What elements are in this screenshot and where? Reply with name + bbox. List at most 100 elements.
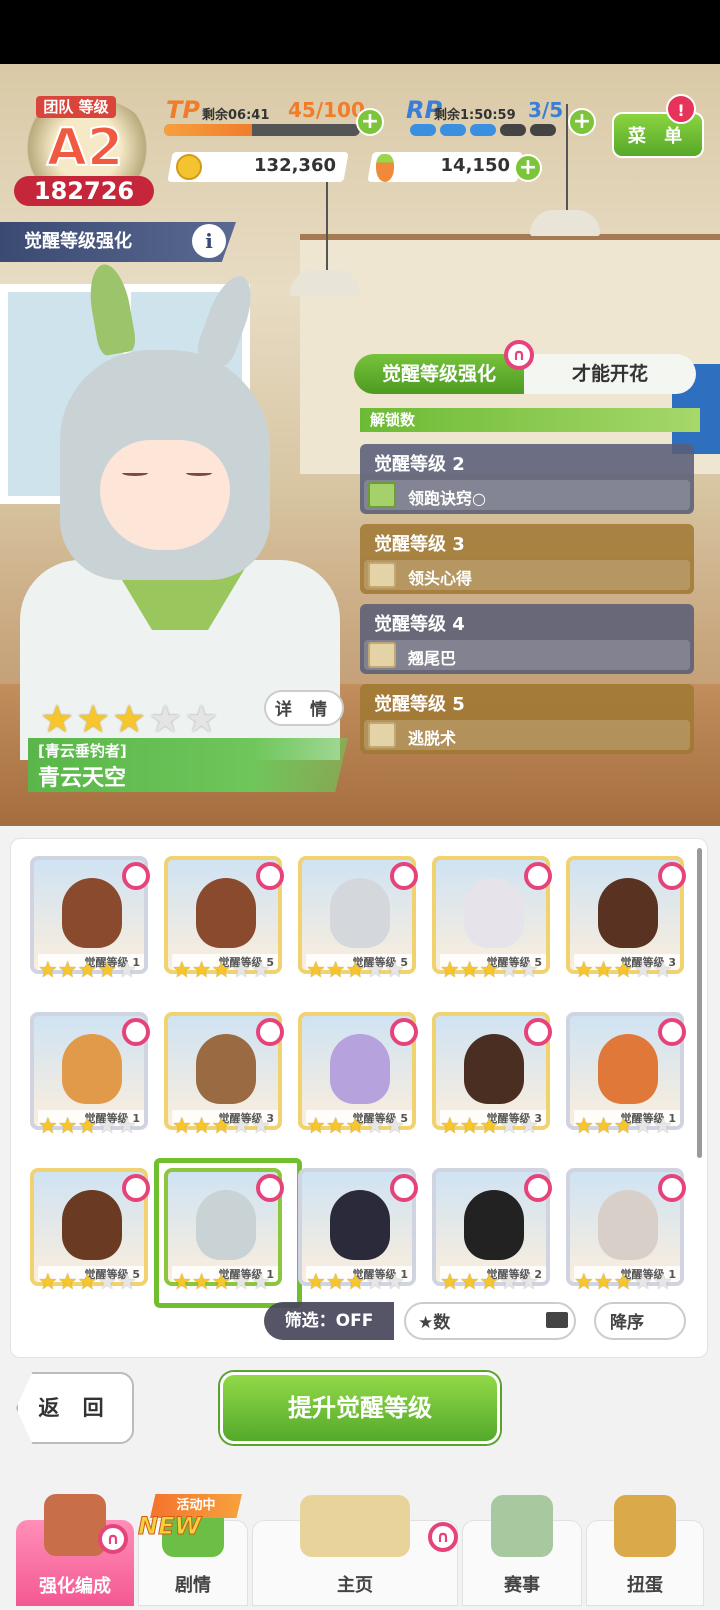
roster-card[interactable]: 觉醒等级 5 ★ ★ ★ ★ ★ [30,1168,150,1294]
star-icon: ★ [479,1270,500,1295]
roster-card[interactable]: 觉醒等级 5 ★ ★ ★ ★ ★ [298,1012,418,1138]
star-icon: ★ [633,1270,653,1295]
character-portrait [598,878,658,948]
skill-row: 翘尾巴 [364,640,690,670]
tp-add-button[interactable]: + [356,108,384,136]
star-icon: ★ [325,1270,346,1295]
tp-fill [164,124,253,136]
back-button[interactable]: 返 回 [16,1372,134,1444]
carrot-add-button[interactable]: + [514,154,542,182]
roster-card[interactable]: 觉醒等级 5 ★ ★ ★ ★ ★ [164,856,284,982]
character-name: 青云天空 [38,766,127,791]
roster-scrollbar[interactable] [697,848,702,1158]
info-icon[interactable]: i [192,224,226,258]
nav-label: 扭蛋 [627,1575,663,1596]
tab-awaken-level[interactable]: 觉醒等级强化 [354,354,524,394]
tab-talent-bloom[interactable]: 才能开花 [524,354,696,394]
card-stars: ★ ★ ★ ★ ★ [574,1116,673,1138]
roster-card[interactable]: 觉醒等级 3 ★ ★ ★ ★ ★ [432,1012,552,1138]
roster-card[interactable]: 觉醒等级 3 ★ ★ ★ ★ ★ [566,856,686,982]
star-icon: ★ [479,958,500,983]
roster-card[interactable]: 觉醒等级 5 ★ ★ ★ ★ ★ [298,856,418,982]
star-icon: ★ [593,1270,614,1295]
character-portrait [464,878,524,948]
skill-book-icon [368,482,396,508]
new-tag: NEW [138,1512,202,1541]
nav-gacha[interactable]: 扭蛋 [586,1495,704,1606]
star-icon: ★ [191,1270,212,1295]
card-stars: ★ ★ ★ ★ ★ [38,1116,137,1138]
race-gate-icon [491,1495,553,1557]
star-icon: ★ [652,958,673,983]
awaken-level-card[interactable]: 觉醒等级 3 领头心得 [360,524,694,594]
character-portrait [464,1190,524,1260]
star-icon: ★ [633,1114,653,1139]
horseshoe-icon [524,862,552,890]
detail-button[interactable]: 详 情 [264,690,344,726]
roster-card[interactable]: 觉醒等级 1 ★ ★ ★ ★ ★ [30,856,150,982]
star-icon: ★ [652,1114,673,1139]
status-bar [0,0,720,64]
star-icon: ★ [76,697,111,741]
star-icon: ★ [613,1270,634,1295]
star-icon: ★ [384,1114,405,1139]
star-icon: ★ [574,958,594,983]
card-stars: ★ ★ ★ ★ ★ [306,1272,405,1294]
horseshoe-icon [658,1018,686,1046]
skill-row: 逃脱术 [364,720,690,750]
horseshoe-icon: ∩ [504,340,534,370]
nav-home[interactable]: 主页 [252,1495,458,1606]
card-stars: ★ ★ ★ ★ ★ [172,1272,271,1294]
sort-direction-button[interactable]: 降序 [594,1302,686,1340]
coin-value: 132,360 [254,155,336,176]
star-icon: ★ [384,1270,405,1295]
card-stars: ★ ★ ★ ★ ★ [574,960,673,982]
roster-card[interactable]: 觉醒等级 1 ★ ★ ★ ★ ★ [30,1012,150,1138]
roster-card[interactable]: 觉醒等级 3 ★ ★ ★ ★ ★ [164,1012,284,1138]
star-icon: ★ [479,1114,500,1139]
roster-card[interactable]: 觉醒等级 1 ★ ★ ★ ★ ★ [566,1168,686,1294]
horseshoe-icon [390,1174,418,1202]
roster-card[interactable]: 觉醒等级 1 ★ ★ ★ ★ ★ [566,1012,686,1138]
star-icon: ★ [40,697,75,741]
roster-card[interactable]: 觉醒等级 2 ★ ★ ★ ★ ★ [432,1168,552,1294]
rp-remaining: 剩余1:50:59 [434,108,516,123]
rp-dot [530,124,556,136]
character-portrait [196,878,256,948]
star-icon: ★ [57,958,78,983]
roster-card[interactable]: 觉醒等级 1 ★ ★ ★ ★ ★ [298,1168,418,1294]
skill-row: 领跑诀窍○ [364,480,690,510]
awaken-level-card[interactable]: 觉醒等级 5 逃脱术 [360,684,694,754]
roster-card[interactable]: 觉醒等级 1 ★ ★ ★ ★ ★ [154,1158,302,1308]
rp-dots [410,124,556,136]
horseshoe-icon [256,1174,284,1202]
star-icon: ★ [440,1114,460,1139]
nav-race[interactable]: 赛事 [462,1495,582,1606]
rank-title: 团队 等级 [36,96,116,118]
awaken-level-card[interactable]: 觉醒等级 2 领跑诀窍○ [360,444,694,514]
raise-awaken-level-button[interactable]: 提升觉醒等级 [220,1372,500,1444]
awaken-level-title: 觉醒等级 3 [374,534,465,555]
star-icon: ★ [231,1114,251,1139]
rank-score[interactable]: 182726 [14,176,154,206]
horseshoe-icon [122,862,150,890]
roster-card[interactable]: 觉醒等级 5 ★ ★ ★ ★ ★ [432,856,552,982]
awaken-level-card[interactable]: 觉醒等级 4 翘尾巴 [360,604,694,674]
character-portrait [598,1034,658,1104]
nav-label: 强化编成 [39,1576,111,1597]
filter-toggle[interactable]: 筛选：OFF [264,1302,394,1340]
skill-runner-icon [368,562,396,588]
star-icon: ★ [499,1114,519,1139]
character-eye [186,470,212,476]
horseshoe-icon: ∩ [428,1522,458,1552]
card-stars: ★ ★ ★ ★ ★ [306,960,405,982]
tp-track [164,124,360,136]
star-icon: ★ [172,958,192,983]
character-portrait [464,1034,524,1104]
star-icon: ★ [112,697,147,741]
star-icon: ★ [231,1270,251,1295]
horseshoe-icon [658,1174,686,1202]
skill-runner-icon [368,642,396,668]
rp-add-button[interactable]: + [568,108,596,136]
carrot-icon [376,154,394,182]
